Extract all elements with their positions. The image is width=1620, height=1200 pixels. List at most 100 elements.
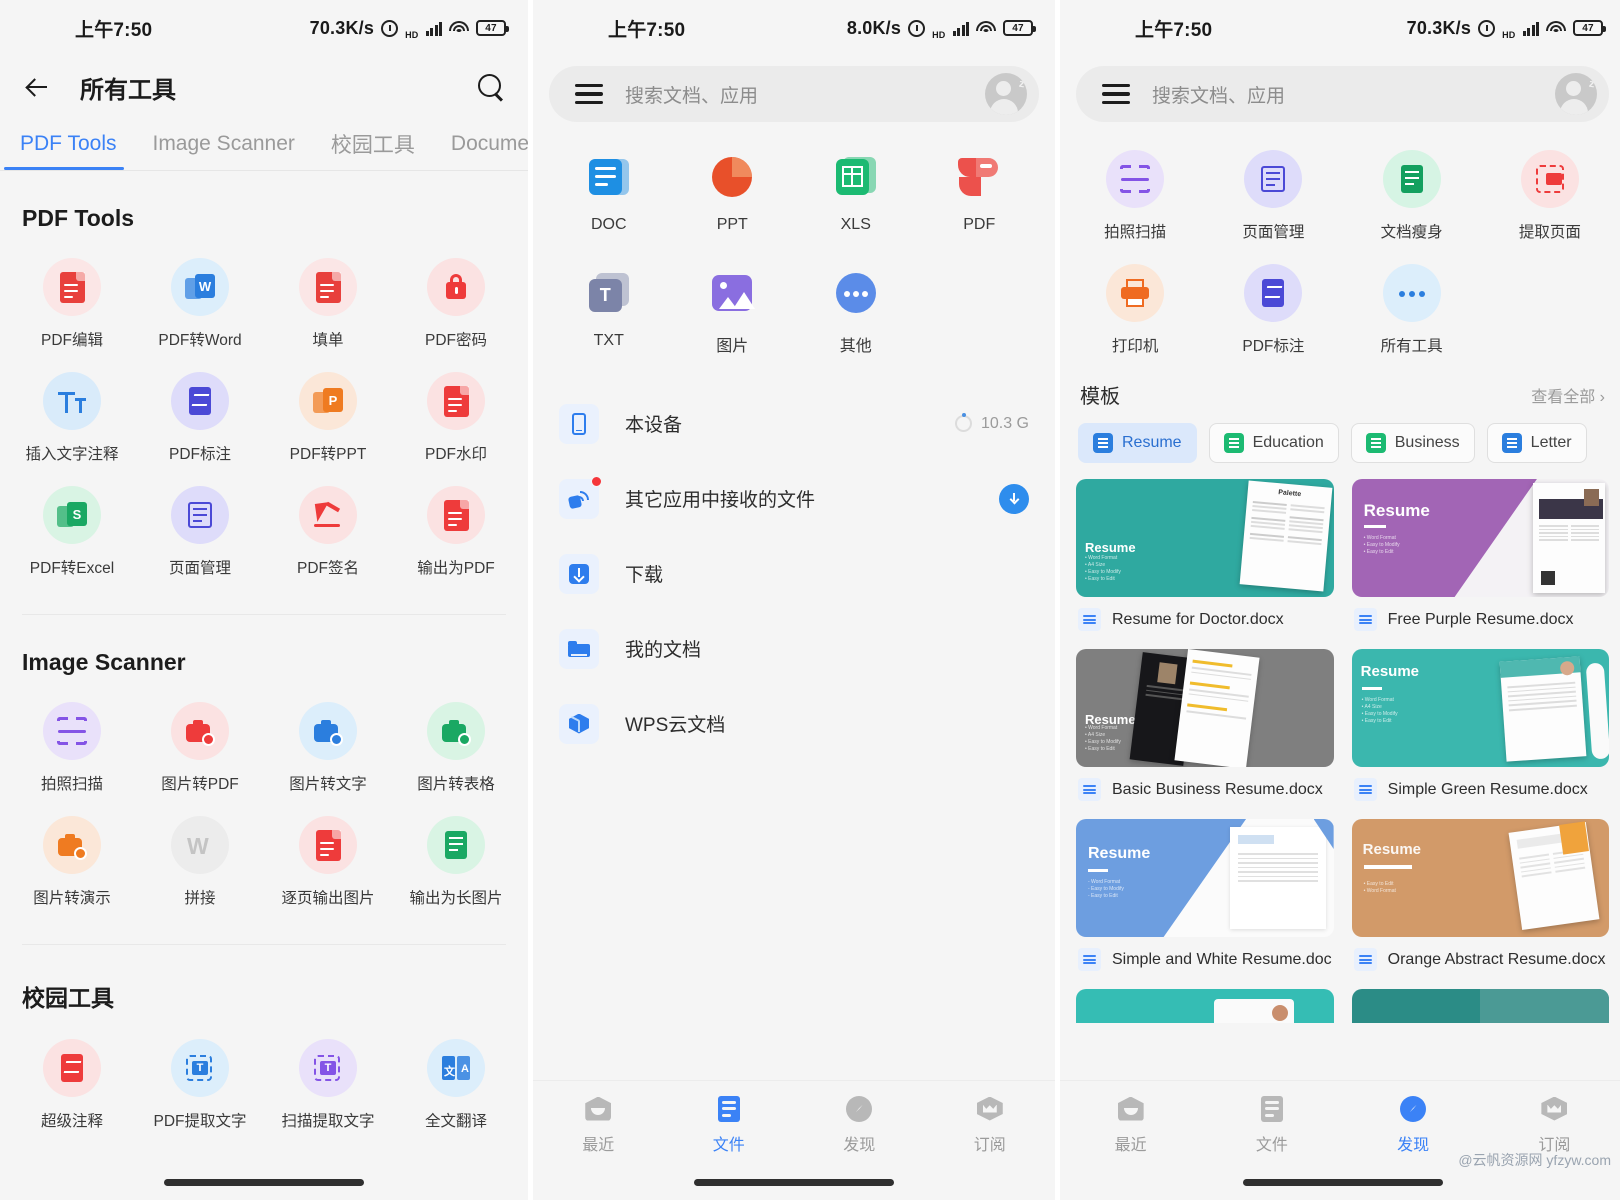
tool-export-pdf[interactable]: 输出为PDF (392, 476, 520, 584)
hamburger-menu-icon[interactable] (575, 84, 603, 104)
tools-scroll-area[interactable]: PDF Tools PDF编辑 W PDF转Word 填单 PDF密码 插入文字… (0, 171, 528, 1200)
nav-files[interactable]: 文件 (1201, 1094, 1342, 1155)
tool-image-to-text[interactable]: 图片转文字 (264, 692, 392, 800)
tool-pdf-extract-text[interactable]: T PDF提取文字 (136, 1029, 264, 1137)
tab-image-scanner[interactable]: Image Scanner (134, 132, 312, 156)
view-all-link[interactable]: 查看全部 › (1531, 383, 1605, 407)
nav-discover-compass[interactable]: 发现 (1343, 1094, 1484, 1155)
location-row[interactable]: WPS云文档 (533, 686, 1055, 761)
nav-recent[interactable]: 最近 (1060, 1094, 1201, 1155)
tool-export-page-image[interactable]: 逐页输出图片 (264, 806, 392, 914)
chip-label: Resume (1122, 434, 1182, 451)
tab-pdf-tools[interactable]: PDF Tools (2, 132, 134, 156)
tool-camera-scan[interactable]: 拍照扫描 (8, 692, 136, 800)
filetype-XLS[interactable]: XLS (794, 140, 918, 248)
tool-export-long-image[interactable]: 输出为长图片 (392, 806, 520, 914)
tool-all-tools[interactable]: 所有工具 (1343, 254, 1481, 362)
template-card[interactable] (1076, 989, 1334, 1023)
tool-fill-form[interactable]: 填单 (264, 248, 392, 356)
template-card[interactable]: Resume • Word Format • A4 Size • Easy to Mo… (1076, 479, 1334, 635)
tool-page-manage[interactable]: 页面管理 (136, 476, 264, 584)
template-card[interactable] (1351, 989, 1609, 1023)
location-right (999, 483, 1029, 514)
tool-icon-bubble (1106, 150, 1165, 208)
filetype-PPT[interactable]: PPT (671, 140, 795, 248)
user-avatar-sleeping-icon[interactable]: z (1555, 73, 1597, 115)
pdf-sign-icon (312, 499, 344, 531)
tool-label: 扫描提取文字 (281, 1113, 375, 1130)
tool-label: 所有工具 (1380, 338, 1443, 355)
tool-label: 输出为长图片 (409, 890, 503, 907)
nav-subscribe-crown[interactable]: 订阅 (925, 1094, 1056, 1155)
battery-icon: 47 (1573, 20, 1606, 36)
back-arrow-icon[interactable] (22, 72, 52, 102)
tool-pdf-watermark[interactable]: PDF水印 (392, 362, 520, 470)
tool-pdf-to-ppt[interactable]: P PDF转PPT (264, 362, 392, 470)
search-bar-2[interactable]: 搜索文档、应用 z (549, 66, 1039, 122)
tool-pdf-edit[interactable]: PDF编辑 (8, 248, 136, 356)
chip-resume[interactable]: Resume (1078, 423, 1197, 463)
home-indicator-2 (694, 1179, 894, 1186)
location-row[interactable]: 其它应用中接收的文件 (533, 461, 1055, 536)
chip-letter[interactable]: Letter (1486, 423, 1587, 463)
template-card[interactable]: Resume • Word Format • Easy to Modify • Ea… (1351, 479, 1609, 635)
template-card[interactable]: Resume - Word Format - Easy to Modify - Ea… (1076, 819, 1334, 975)
nav-files[interactable]: 文件 (664, 1094, 795, 1155)
search-input[interactable]: 搜索文档、应用 (625, 81, 758, 108)
chip-education[interactable]: Education (1208, 423, 1339, 463)
location-row[interactable]: 下载 (533, 536, 1055, 611)
nav-subscribe-crown[interactable]: 订阅 (1484, 1094, 1620, 1155)
template-thumbnail: Resume - Word Format - Easy to Modify - Ea… (1076, 819, 1334, 937)
template-name: Simple and White Resume.doc (1112, 950, 1332, 968)
user-avatar-sleeping-icon[interactable]: z (985, 73, 1027, 115)
nav-discover-compass[interactable]: 发现 (794, 1094, 925, 1155)
template-thumbnail: Resume • Word Format • A4 Size • Easy to M… (1351, 649, 1609, 767)
tool-icon-bubble (299, 486, 357, 544)
tool-pdf-to-word[interactable]: W PDF转Word (136, 248, 264, 356)
filetype-label: DOC (590, 216, 627, 233)
tool-super-annotate[interactable]: 超级注释 (8, 1029, 136, 1137)
tool-pdf-sign[interactable]: PDF签名 (264, 476, 392, 584)
pdf-extract-text-icon: T (184, 1052, 216, 1084)
tool-printer[interactable]: 打印机 (1066, 254, 1204, 362)
tab-校园工具[interactable]: 校园工具 (313, 129, 433, 159)
tool-pdf-annotate[interactable]: PDF标注 (136, 362, 264, 470)
tab-document[interactable]: Document (433, 132, 528, 156)
tool-document-compress[interactable]: 文档瘦身 (1343, 140, 1481, 248)
filetype-PDF[interactable]: PDF (918, 140, 1042, 248)
tool-stitch-wps[interactable]: W 拼接 (136, 806, 264, 914)
chip-business[interactable]: Business (1350, 423, 1475, 463)
storage-size-label: 10.3 G (980, 414, 1029, 432)
tool-pdf-password-lock[interactable]: PDF密码 (392, 248, 520, 356)
tool-image-to-pdf[interactable]: 图片转PDF (136, 692, 264, 800)
tool-page-manage[interactable]: 页面管理 (1204, 140, 1342, 248)
tool-pdf-annotate[interactable]: PDF标注 (1204, 254, 1342, 362)
filetype-DOC[interactable]: DOC (547, 140, 671, 248)
location-label: 我的文档 (625, 640, 702, 661)
tool-camera-scan[interactable]: 拍照扫描 (1066, 140, 1204, 248)
tool-label: 拍照扫描 (40, 776, 103, 793)
template-card[interactable]: Resume • Word Format • A4 Size • Easy to M… (1351, 649, 1609, 805)
pdf-annotate-icon (1257, 277, 1289, 309)
location-row[interactable]: 本设备 10.3 G (533, 386, 1055, 461)
tool-image-to-table[interactable]: 图片转表格 (392, 692, 520, 800)
tool-image-to-ppt[interactable]: 图片转演示 (8, 806, 136, 914)
search-input[interactable]: 搜索文档、应用 (1152, 81, 1285, 108)
tool-insert-text[interactable]: 插入文字注释 (8, 362, 136, 470)
filetype-其他[interactable]: 其他 (794, 256, 918, 370)
filetype-TXT[interactable]: T TXT (547, 256, 671, 370)
tool-pdf-to-excel[interactable]: S PDF转Excel (8, 476, 136, 584)
download-button[interactable] (999, 483, 1029, 514)
hamburger-menu-icon[interactable] (1102, 84, 1130, 104)
search-bar-3[interactable]: 搜索文档、应用 z (1076, 66, 1609, 122)
search-icon[interactable] (476, 72, 506, 102)
tool-translate[interactable]: 文 A 全文翻译 (392, 1029, 520, 1137)
location-row[interactable]: 我的文档 (533, 611, 1055, 686)
template-card[interactable]: Resume • Easy to Edit • Word Format Orang… (1351, 819, 1609, 975)
nav-recent[interactable]: 最近 (533, 1094, 664, 1155)
doc-file-icon (1078, 608, 1101, 631)
tool-extract-page[interactable]: 提取页面 (1481, 140, 1619, 248)
filetype-图片[interactable]: 图片 (671, 256, 795, 370)
template-card[interactable]: Resume • Word Format • A4 Size • Easy to Mo… (1076, 649, 1334, 805)
tool-scan-extract-text[interactable]: T 扫描提取文字 (264, 1029, 392, 1137)
